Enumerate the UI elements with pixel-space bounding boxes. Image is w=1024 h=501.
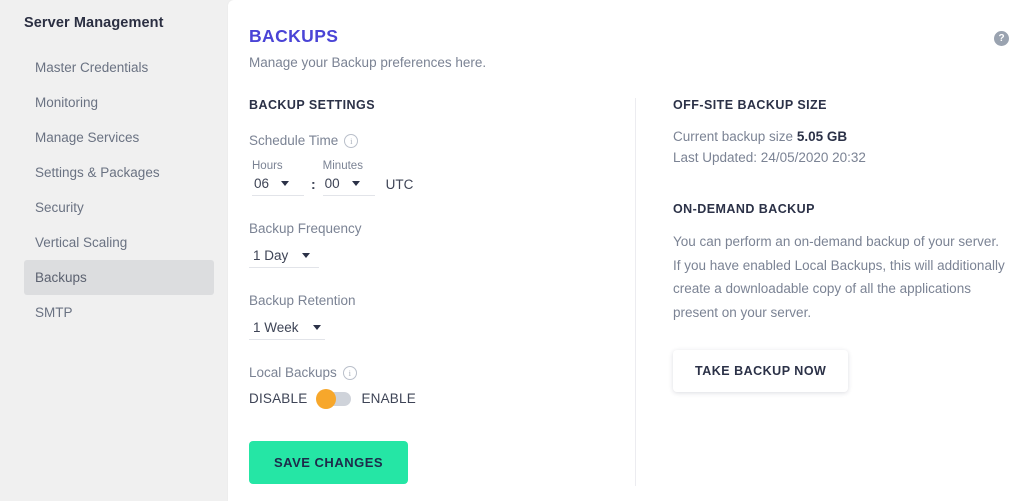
backup-frequency-text: Backup Frequency (249, 221, 362, 236)
take-backup-now-button[interactable]: TAKE BACKUP NOW (673, 350, 849, 392)
backup-info-column: OFF-SITE BACKUP SIZE Current backup size… (635, 98, 1024, 484)
local-backups-toggle-row: DISABLE ENABLE (249, 388, 635, 409)
backup-retention-text: Backup Retention (249, 293, 356, 308)
backup-retention-field: Backup Retention 1 Week (249, 292, 635, 340)
help-circle-icon[interactable]: ? (994, 31, 1009, 46)
hours-select[interactable]: 06 (252, 176, 304, 196)
sidebar-title: Server Management (24, 15, 164, 31)
time-separator: : (311, 176, 316, 192)
current-backup-size-prefix: Current backup size (673, 129, 794, 144)
sidebar-nav-list: Master Credentials Monitoring Manage Ser… (0, 50, 228, 330)
minutes-select[interactable]: 00 (322, 176, 375, 196)
sidebar-item-label: Security (35, 200, 84, 215)
schedule-time-row: Hours 06 : Minutes 00 UTC (252, 159, 635, 196)
backup-settings-column: BACKUP SETTINGS Schedule Time i Hours 06… (228, 98, 635, 484)
local-backups-label: Local Backups i (249, 364, 635, 382)
minutes-group: Minutes 00 (322, 159, 375, 196)
hours-value: 06 (254, 176, 270, 191)
sidebar-item-label: Vertical Scaling (35, 235, 128, 250)
sidebar-item-label: Monitoring (35, 95, 99, 110)
backup-frequency-field: Backup Frequency 1 Day (249, 220, 635, 268)
backup-retention-select[interactable]: 1 Week (249, 320, 325, 340)
sidebar-item-master-credentials[interactable]: Master Credentials (24, 50, 214, 85)
timezone-label: UTC (385, 177, 414, 192)
toggle-on-label: ENABLE (361, 391, 416, 406)
on-demand-backup-description: You can perform an on-demand backup of y… (673, 234, 1005, 320)
sidebar-item-label: Manage Services (35, 130, 140, 145)
minutes-value: 00 (324, 176, 340, 191)
on-demand-backup-heading: ON-DEMAND BACKUP (673, 202, 815, 216)
sidebar-item-monitoring[interactable]: Monitoring (24, 85, 214, 120)
schedule-time-text: Schedule Time (249, 133, 339, 148)
current-backup-size-line: Current backup size 5.05 GB (673, 126, 1024, 147)
local-backups-text: Local Backups (249, 365, 337, 380)
backup-frequency-select[interactable]: 1 Day (249, 248, 319, 268)
sidebar-item-label: Settings & Packages (35, 165, 160, 180)
chevron-down-icon (312, 325, 321, 330)
sidebar-item-vertical-scaling[interactable]: Vertical Scaling (24, 225, 214, 260)
last-updated-line: Last Updated: 24/05/2020 20:32 (673, 150, 866, 165)
panel-header: BACKUPS Manage your Backup preferences h… (228, 0, 1024, 73)
sidebar-item-label: Master Credentials (35, 60, 149, 75)
server-management-page: Server Management Master Credentials Mon… (0, 0, 1024, 501)
offsite-backup-size-heading: OFF-SITE BACKUP SIZE (673, 98, 827, 112)
local-backups-toggle[interactable] (316, 388, 352, 409)
backup-retention-value: 1 Week (253, 320, 299, 335)
backups-panel: ? BACKUPS Manage your Backup preferences… (228, 0, 1024, 501)
page-title: BACKUPS (249, 26, 339, 46)
info-icon[interactable]: i (342, 366, 357, 380)
sidebar-item-smtp[interactable]: SMTP (24, 295, 214, 330)
sidebar-item-settings-packages[interactable]: Settings & Packages (24, 155, 214, 190)
backup-frequency-label: Backup Frequency (249, 220, 635, 238)
minutes-caption: Minutes (322, 160, 363, 172)
sidebar-item-backups[interactable]: Backups (24, 260, 214, 295)
chevron-down-icon (351, 181, 360, 186)
page-subtitle: Manage your Backup preferences here. (249, 55, 487, 70)
schedule-time-label: Schedule Time i (249, 132, 635, 150)
sidebar-item-label: Backups (35, 270, 87, 285)
sidebar-item-label: SMTP (35, 305, 73, 320)
backup-retention-label: Backup Retention (249, 292, 635, 310)
current-backup-size-value: 5.05 GB (796, 129, 848, 144)
on-demand-backup-block: ON-DEMAND BACKUP You can perform an on-d… (673, 202, 1024, 392)
panel-columns: BACKUP SETTINGS Schedule Time i Hours 06… (228, 98, 1024, 486)
toggle-off-label: DISABLE (249, 391, 308, 406)
sidebar-item-security[interactable]: Security (24, 190, 214, 225)
backup-frequency-value: 1 Day (253, 248, 289, 263)
hours-caption: Hours (252, 160, 283, 172)
toggle-knob (316, 388, 337, 409)
chevron-down-icon (302, 253, 311, 258)
backup-settings-heading: BACKUP SETTINGS (249, 98, 375, 112)
chevron-down-icon (281, 181, 290, 186)
info-icon[interactable]: i (344, 134, 359, 148)
sidebar: Server Management Master Credentials Mon… (0, 0, 228, 501)
hours-group: Hours 06 (252, 159, 304, 196)
local-backups-field: Local Backups i DISABLE ENABLE (249, 364, 635, 409)
save-changes-button[interactable]: SAVE CHANGES (249, 441, 409, 484)
sidebar-item-manage-services[interactable]: Manage Services (24, 120, 214, 155)
column-divider (635, 98, 636, 486)
